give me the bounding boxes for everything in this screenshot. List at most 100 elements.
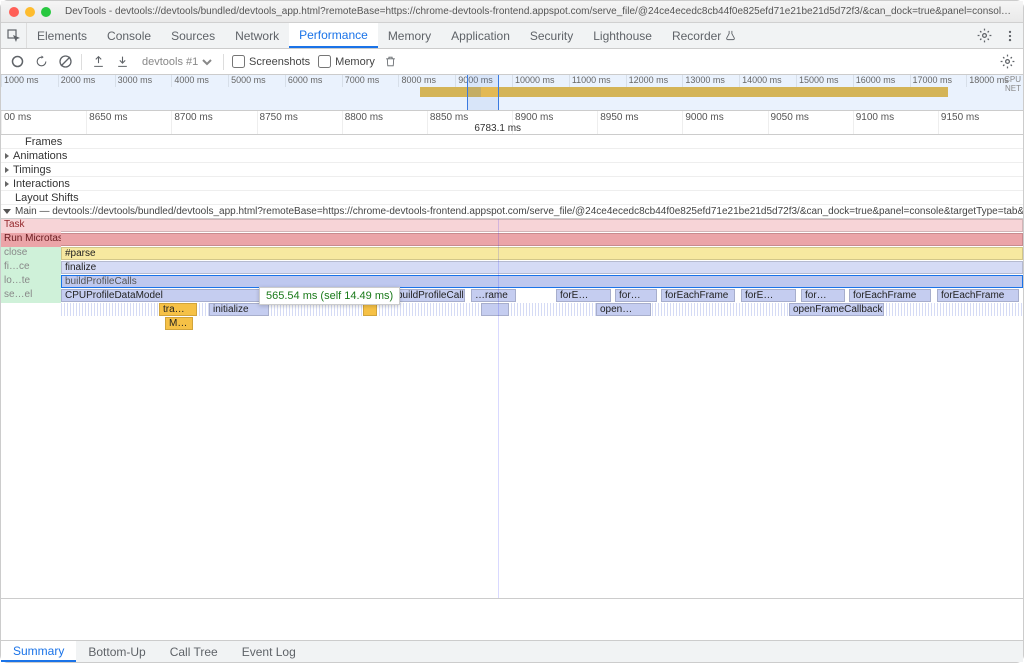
caret-right-icon (5, 181, 9, 187)
gutter-lote: lo…te (1, 275, 61, 289)
ruler-tick: 8900 ms (512, 111, 597, 134)
ruler-tick: 8950 ms (597, 111, 682, 134)
window-titlebar: DevTools - devtools://devtools/bundled/d… (1, 1, 1023, 23)
layout-shifts-label: Layout Shifts (5, 192, 79, 204)
flame-parse[interactable]: #parse (61, 247, 1023, 260)
tab-recorder[interactable]: Recorder (662, 23, 746, 48)
track-main[interactable]: Main — devtools://devtools/bundled/devto… (1, 205, 1023, 219)
flame-open-callback[interactable]: open…back (596, 303, 651, 316)
details-tabs: Summary Bottom-Up Call Tree Event Log (1, 640, 1023, 662)
tab-memory[interactable]: Memory (378, 23, 441, 48)
caret-right-icon (5, 167, 9, 173)
flame-foreachframe[interactable]: forEachFrame (937, 289, 1019, 302)
memory-checkbox[interactable]: Memory (318, 55, 375, 68)
minimize-window-button[interactable] (25, 7, 35, 17)
track-frames[interactable]: Frames (1, 135, 1023, 149)
gutter-task: Task (1, 219, 61, 233)
upload-profile-icon[interactable] (90, 54, 106, 70)
ruler-tick: 9000 ms (682, 111, 767, 134)
zoom-ruler[interactable]: 00 ms 8650 ms 8700 ms 8750 ms 8800 ms 88… (1, 111, 1023, 135)
screenshots-checkbox[interactable]: Screenshots (232, 55, 310, 68)
tab-sources[interactable]: Sources (161, 23, 225, 48)
tracks: Frames Animations Timings Interactions L… (1, 135, 1023, 219)
overview-selection[interactable] (467, 75, 499, 110)
timeline-overview[interactable]: 1000 ms 2000 ms 3000 ms 4000 ms 5000 ms … (1, 75, 1023, 111)
flame-run-microtasks[interactable] (1, 233, 1023, 246)
flame-mc[interactable]: M…C (165, 317, 193, 330)
tab-console[interactable]: Console (97, 23, 161, 48)
track-interactions[interactable]: Interactions (1, 177, 1023, 191)
tab-recorder-label: Recorder (672, 29, 721, 43)
tab-call-tree[interactable]: Call Tree (158, 641, 230, 662)
flame-build-profile-calls[interactable]: buildProfileCalls (393, 289, 465, 302)
tooltip-timing: 565.54 ms (self 14.49 ms) (266, 290, 393, 302)
animations-label: Animations (13, 150, 67, 162)
caret-right-icon (5, 153, 9, 159)
overview-tick: 17000 ms (910, 75, 967, 87)
frames-label: Frames (5, 136, 62, 148)
flame-finalize[interactable]: finalize (61, 261, 1023, 274)
caret-down-icon (3, 209, 11, 214)
flame-trace[interactable]: tra…ee (159, 303, 197, 316)
maximize-window-button[interactable] (41, 7, 51, 17)
flame-foreachframe[interactable]: forEachFrame (661, 289, 735, 302)
capture-settings-icon[interactable] (999, 54, 1015, 70)
ruler-tick: 9050 ms (768, 111, 853, 134)
profile-select[interactable]: devtools #1 (138, 55, 215, 69)
track-timings[interactable]: Timings (1, 163, 1023, 177)
flame-segment[interactable]: for…ame (801, 289, 845, 302)
screenshots-label: Screenshots (249, 56, 310, 68)
overview-tick: 13000 ms (682, 75, 739, 87)
overview-tick: 10000 ms (512, 75, 569, 87)
traffic-lights (9, 7, 51, 17)
overview-tick: 14000 ms (739, 75, 796, 87)
flame-chart[interactable]: #parse finalize buildProfileCalls CPUPro… (1, 219, 1023, 599)
flame-segment[interactable]: forE…ame (556, 289, 611, 302)
tab-summary[interactable]: Summary (1, 641, 76, 662)
gutter-fice: fi…ce (1, 261, 61, 275)
tab-bottom-up[interactable]: Bottom-Up (76, 641, 157, 662)
flame-segment[interactable]: for…me (615, 289, 657, 302)
record-icon[interactable] (9, 54, 25, 70)
flame-foreachframe[interactable]: forEachFrame (849, 289, 931, 302)
ruler-tick: 9100 ms (853, 111, 938, 134)
flame-open-frame-callback[interactable]: openFrameCallback (789, 303, 884, 316)
flask-icon (725, 30, 736, 41)
clear-icon[interactable] (57, 54, 73, 70)
overview-tick: 2000 ms (58, 75, 115, 87)
perf-toolbar: devtools #1 Screenshots Memory (1, 49, 1023, 75)
flame-segment[interactable]: forE…rame (741, 289, 796, 302)
tab-performance[interactable]: Performance (289, 23, 378, 48)
download-profile-icon[interactable] (114, 54, 130, 70)
memory-label: Memory (335, 56, 375, 68)
tab-application[interactable]: Application (441, 23, 520, 48)
overview-tick: 7000 ms (342, 75, 399, 87)
close-window-button[interactable] (9, 7, 19, 17)
flame-segment[interactable]: …rame (471, 289, 516, 302)
overview-tick: 3000 ms (115, 75, 172, 87)
window-title: DevTools - devtools://devtools/bundled/d… (57, 6, 1015, 17)
timings-label: Timings (13, 164, 51, 176)
tab-event-log[interactable]: Event Log (230, 641, 308, 662)
tab-lighthouse[interactable]: Lighthouse (583, 23, 662, 48)
ruler-tick: 9150 ms (938, 111, 1023, 134)
ruler-tick: 8650 ms (86, 111, 171, 134)
track-animations[interactable]: Animations (1, 149, 1023, 163)
flame-gutter: Task Run Microtasks close fi…ce lo…te se… (1, 219, 61, 598)
overview-tick: 4000 ms (171, 75, 228, 87)
settings-icon[interactable] (971, 23, 997, 48)
more-icon[interactable] (997, 23, 1023, 48)
flame-segment[interactable] (481, 303, 509, 316)
reload-record-icon[interactable] (33, 54, 49, 70)
tab-elements[interactable]: Elements (27, 23, 97, 48)
track-layout-shifts[interactable]: Layout Shifts (1, 191, 1023, 205)
garbage-collect-icon[interactable] (383, 54, 399, 70)
inspect-element-icon[interactable] (1, 23, 27, 48)
overview-tick: 6000 ms (285, 75, 342, 87)
gutter-run-microtasks: Run Microtasks (1, 233, 61, 247)
tab-security[interactable]: Security (520, 23, 583, 48)
flame-task[interactable] (1, 219, 1023, 232)
tab-network[interactable]: Network (225, 23, 289, 48)
flame-build-profile-calls-selected[interactable]: buildProfileCalls (61, 275, 1023, 288)
net-label: NET (1004, 84, 1021, 93)
